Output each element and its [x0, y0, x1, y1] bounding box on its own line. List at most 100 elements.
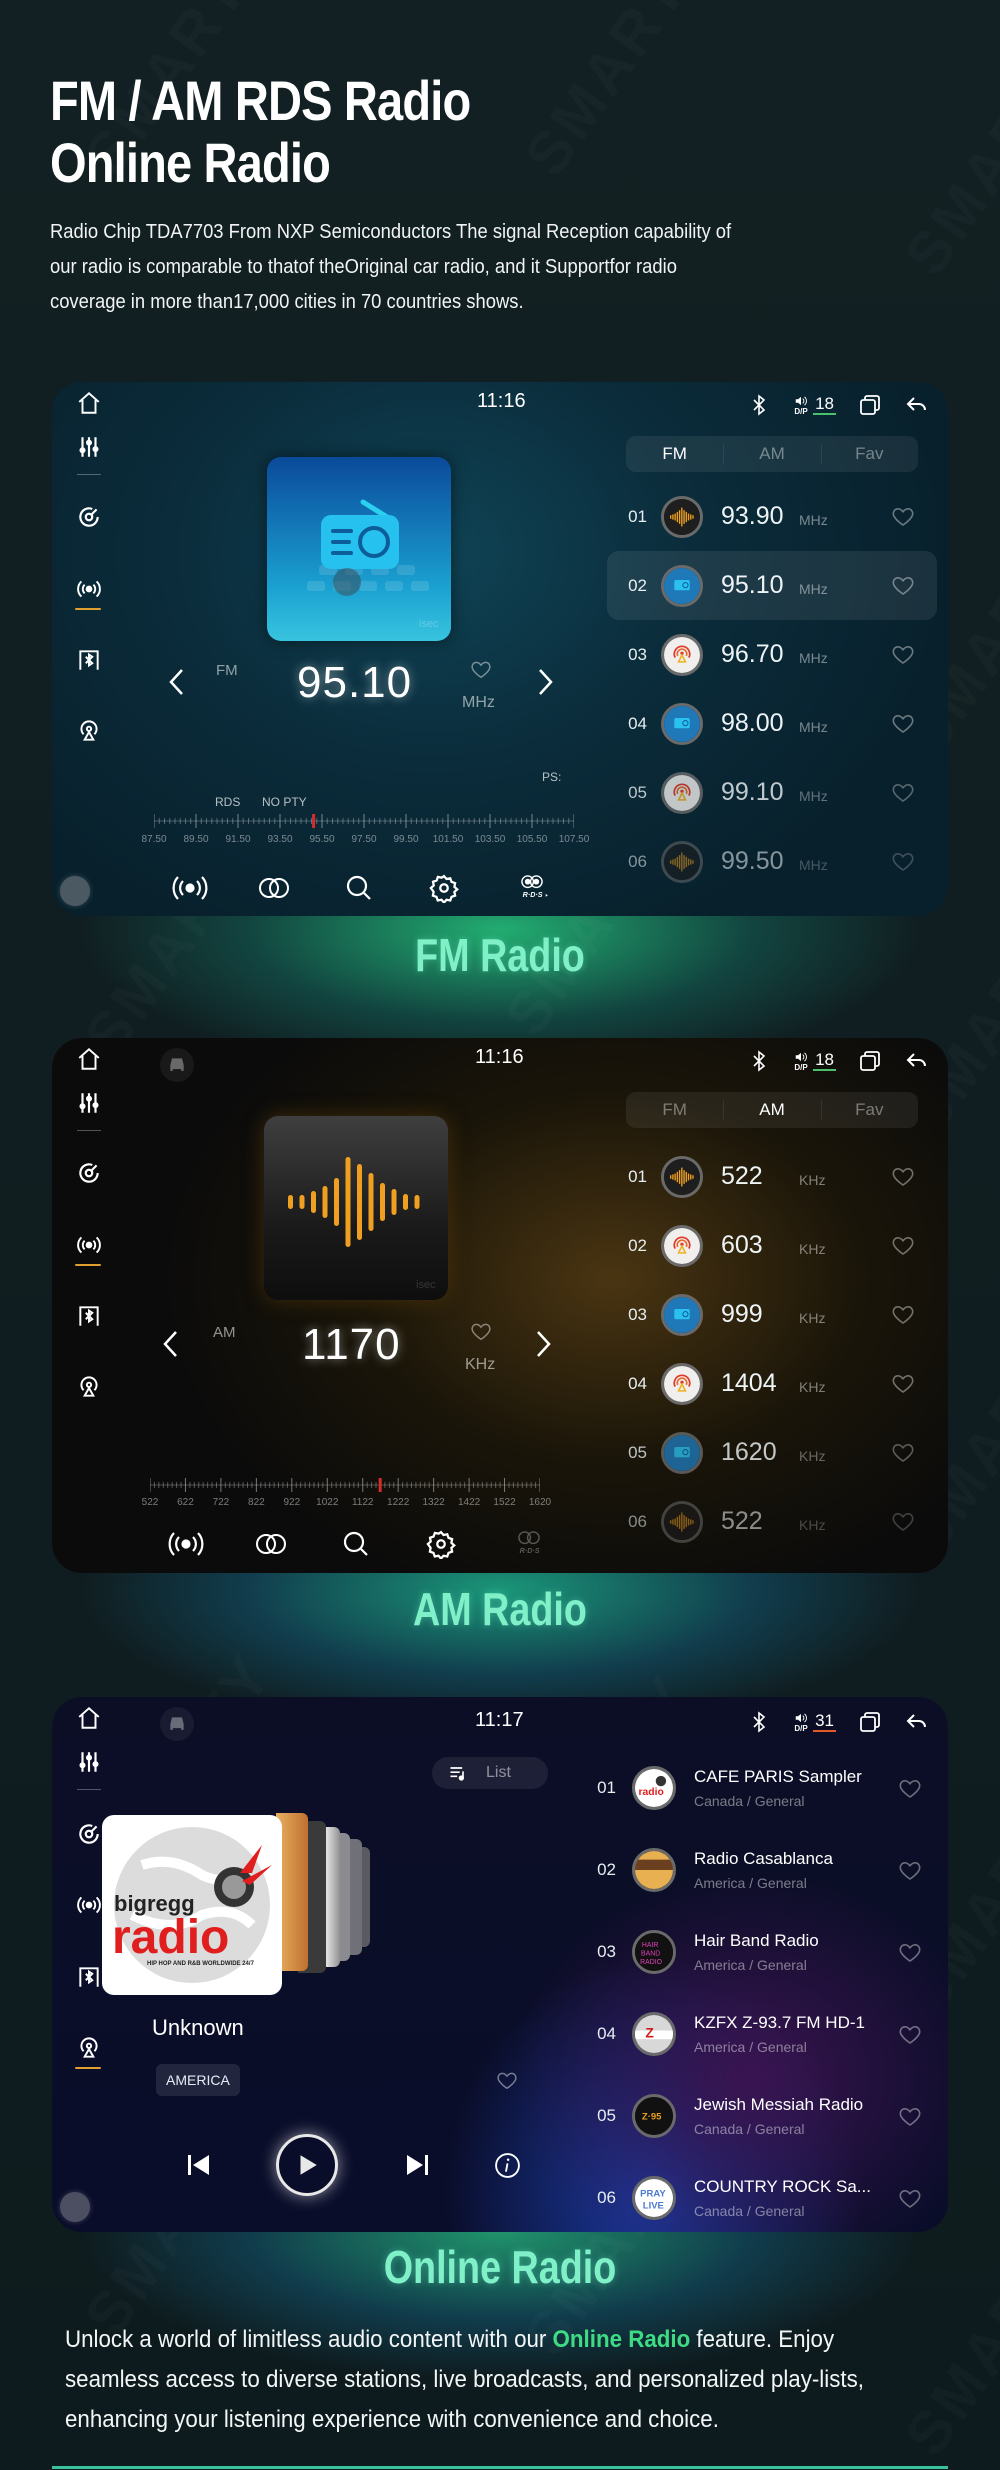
station-row[interactable]: 05 Z·95 Jewish Messiah Radio Canada / Gen…: [572, 2075, 932, 2157]
home-icon[interactable]: [74, 1044, 104, 1074]
settings-button[interactable]: [421, 1526, 461, 1562]
favorite-heart-icon[interactable]: [898, 2022, 922, 2046]
next-button[interactable]: [404, 2152, 430, 2178]
tab-am[interactable]: AM: [723, 1092, 820, 1128]
station-row[interactable]: 01 radio CAFE PARIS Sampler Canada / Gene…: [572, 1747, 932, 1829]
play-button[interactable]: [276, 2134, 338, 2196]
favorite-heart-icon[interactable]: [891, 642, 915, 666]
station-row[interactable]: 06 99.50 MHz: [607, 827, 937, 896]
favorite-heart-icon[interactable]: [891, 1371, 915, 1395]
multiwindow-icon[interactable]: [858, 1049, 882, 1073]
rds-button[interactable]: R·D·S: [507, 868, 557, 904]
list-button[interactable]: List: [432, 1757, 548, 1789]
favorite-heart-icon[interactable]: [891, 849, 915, 873]
favorite-heart-icon[interactable]: [898, 2104, 922, 2128]
previous-button[interactable]: [186, 2152, 212, 2178]
station-row[interactable]: 02 95.10 MHz: [607, 551, 937, 620]
volume-indicator[interactable]: D/P 18: [793, 1050, 836, 1072]
favorite-heart-icon[interactable]: [898, 1776, 922, 1800]
station-logo: [661, 1155, 703, 1198]
search-button[interactable]: [336, 1526, 376, 1562]
station-row[interactable]: 03 HAIR BAND RADIO Hair Band Radio America …: [572, 1911, 932, 1993]
tab-am[interactable]: AM: [723, 436, 820, 472]
favorite-heart-icon[interactable]: [891, 1509, 915, 1533]
music-disc-icon[interactable]: [74, 1158, 104, 1188]
equalizer-icon[interactable]: [74, 432, 104, 462]
station-row[interactable]: 05 1620 KHz: [607, 1418, 937, 1487]
favorite-heart-icon[interactable]: [470, 658, 492, 680]
car-view-button[interactable]: [160, 1048, 194, 1082]
station-row[interactable]: 03 999 KHz: [607, 1280, 937, 1349]
tuning-scale[interactable]: [150, 1478, 540, 1492]
car-view-button[interactable]: [160, 1707, 194, 1741]
scan-button[interactable]: [166, 1526, 206, 1562]
station-row[interactable]: 04 Z KZFX Z-93.7 FM HD-1 America / Genera…: [572, 1993, 932, 2075]
back-icon[interactable]: [904, 1710, 928, 1734]
station-row[interactable]: 06 522 KHz: [607, 1487, 937, 1556]
favorite-heart-icon[interactable]: [891, 1233, 915, 1257]
favorite-heart-icon[interactable]: [891, 780, 915, 804]
volume-indicator[interactable]: D/P 31: [793, 1711, 836, 1733]
home-icon[interactable]: [74, 1703, 104, 1733]
tab-fm[interactable]: FM: [626, 1092, 723, 1128]
settings-button[interactable]: [424, 870, 464, 906]
station-row[interactable]: 04 98.00 MHz: [607, 689, 937, 758]
info-button[interactable]: [494, 2152, 521, 2179]
favorite-heart-icon[interactable]: [898, 1940, 922, 1964]
favorite-heart-icon[interactable]: [891, 1302, 915, 1326]
region-tag[interactable]: AMERICA: [156, 2064, 240, 2096]
equalizer-icon[interactable]: [74, 1088, 104, 1118]
favorite-heart-icon[interactable]: [891, 1440, 915, 1464]
next-station-button[interactable]: [530, 1326, 558, 1362]
station-row[interactable]: 05 99.10 MHz: [607, 758, 937, 827]
scan-button[interactable]: [170, 870, 210, 906]
rds-button[interactable]: R·D·S: [504, 1524, 554, 1560]
radio-broadcast-icon[interactable]: [74, 574, 104, 604]
podcast-antenna-icon[interactable]: [74, 2033, 104, 2063]
home-icon[interactable]: [74, 388, 104, 418]
radio-broadcast-icon[interactable]: [74, 1230, 104, 1260]
prev-station-button[interactable]: [156, 1326, 184, 1362]
floating-home-button[interactable]: [60, 2192, 90, 2222]
music-disc-icon[interactable]: [74, 502, 104, 532]
favorite-heart-icon[interactable]: [891, 504, 915, 528]
multiwindow-icon[interactable]: [858, 393, 882, 417]
bluetooth-phone-icon[interactable]: [74, 1962, 104, 1992]
bluetooth-icon[interactable]: [747, 393, 771, 417]
station-row[interactable]: 02 Radio Casablanca America / General: [572, 1829, 932, 1911]
clock: 11:17: [475, 1709, 524, 1731]
music-disc-icon[interactable]: [74, 1819, 104, 1849]
tuning-scale[interactable]: [154, 814, 574, 828]
scale-label: 101.50: [432, 834, 464, 845]
bluetooth-icon[interactable]: [747, 1049, 771, 1073]
bluetooth-icon[interactable]: [747, 1710, 771, 1734]
back-icon[interactable]: [904, 393, 928, 417]
favorite-heart-icon[interactable]: [470, 1320, 492, 1342]
volume-indicator[interactable]: D/P 18: [793, 394, 836, 416]
stereo-button[interactable]: [254, 870, 294, 906]
tab-fav[interactable]: Fav: [820, 436, 918, 472]
multiwindow-icon[interactable]: [858, 1710, 882, 1734]
station-row[interactable]: 01 93.90 MHz: [607, 482, 937, 551]
stereo-button[interactable]: [251, 1526, 291, 1562]
station-row[interactable]: 02 603 KHz: [607, 1211, 937, 1280]
floating-home-button[interactable]: [60, 876, 90, 906]
station-row[interactable]: 01 522 KHz: [607, 1142, 937, 1211]
back-icon[interactable]: [904, 1049, 928, 1073]
favorite-heart-icon[interactable]: [898, 1858, 922, 1882]
equalizer-icon[interactable]: [74, 1747, 104, 1777]
radio-broadcast-icon[interactable]: [74, 1890, 104, 1920]
station-row[interactable]: 04 1404 KHz: [607, 1349, 937, 1418]
next-station-button[interactable]: [532, 664, 560, 700]
favorite-heart-icon[interactable]: [891, 711, 915, 735]
prev-station-button[interactable]: [162, 664, 190, 700]
favorite-heart-icon[interactable]: [898, 2186, 922, 2210]
tab-fm[interactable]: FM: [626, 436, 723, 472]
search-button[interactable]: [339, 870, 379, 906]
favorite-heart-icon[interactable]: [496, 2069, 518, 2091]
tab-fav[interactable]: Fav: [820, 1092, 918, 1128]
station-row[interactable]: 06 PRAY LIVE COUNTRY ROCK Sa... Canada / G…: [572, 2157, 932, 2232]
favorite-heart-icon[interactable]: [891, 573, 915, 597]
station-row[interactable]: 03 96.70 MHz: [607, 620, 937, 689]
favorite-heart-icon[interactable]: [891, 1164, 915, 1188]
